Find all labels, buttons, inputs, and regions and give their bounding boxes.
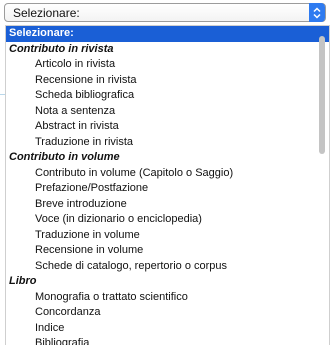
dropdown-list[interactable]: Selezionare: Contributo in rivista Articol… xyxy=(5,25,330,345)
select-current-value: Selezionare: xyxy=(13,6,80,20)
option-item[interactable]: Schede di catalogo, repertorio o corpus xyxy=(6,259,329,275)
option-item[interactable]: Contributo in volume (Capitolo o Saggio) xyxy=(6,166,329,182)
option-item[interactable]: Bibliografia xyxy=(6,336,329,345)
option-item[interactable]: Traduzione in volume xyxy=(6,228,329,244)
option-item[interactable]: Recensione in volume xyxy=(6,243,329,259)
option-item[interactable]: Traduzione in rivista xyxy=(6,135,329,151)
option-item[interactable]: Indice xyxy=(6,321,329,337)
chevron-up-down-glyph xyxy=(313,6,321,19)
option-group-label: Libro xyxy=(9,275,37,287)
option-item[interactable]: Abstract in rivista xyxy=(6,119,329,135)
option-item[interactable]: Concordanza xyxy=(6,305,329,321)
option-item[interactable]: Prefazione/Postfazione xyxy=(6,181,329,197)
option-item[interactable]: Nota a sentenza xyxy=(6,104,329,120)
option-selected[interactable]: Selezionare: xyxy=(6,26,329,42)
option-item[interactable]: Recensione in rivista xyxy=(6,73,329,89)
option-item[interactable]: Voce (in dizionario o enciclopedia) xyxy=(6,212,329,228)
option-item[interactable]: Articolo in rivista xyxy=(6,57,329,73)
option-group-label: Contributo in rivista xyxy=(9,42,114,55)
scrollbar-thumb[interactable] xyxy=(319,36,325,154)
option-group-label: Contributo in volume xyxy=(9,151,120,163)
dropdown-scrollbar[interactable] xyxy=(318,32,326,342)
publication-type-select[interactable]: Selezionare: xyxy=(4,3,326,22)
option-item[interactable]: Breve introduzione xyxy=(6,197,329,213)
option-item[interactable]: Monografia o trattato scientifico xyxy=(6,290,329,306)
option-list: Selezionare: Contributo in rivista Articol… xyxy=(6,26,329,345)
option-item[interactable]: Scheda bibliografica xyxy=(6,88,329,104)
chevron-up-down-icon[interactable] xyxy=(309,3,325,22)
